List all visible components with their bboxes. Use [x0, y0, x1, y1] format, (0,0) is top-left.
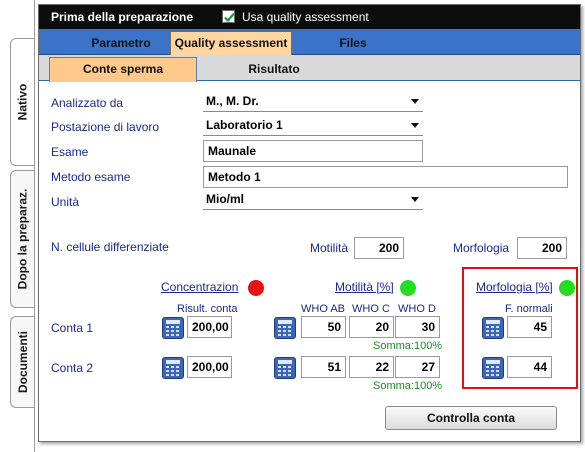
conta-1-somma: Somma:100%	[373, 340, 443, 352]
chevron-down-icon	[411, 197, 419, 202]
title-bar: Prima della preparazione Usa quality ass…	[39, 5, 580, 29]
concentrazione-status-dot	[248, 280, 264, 296]
concentrazione-link[interactable]: Concentrazion	[161, 280, 238, 294]
side-tab-nativo[interactable]: Nativo	[10, 38, 34, 166]
main-panel: Prima della preparazione Usa quality ass…	[38, 4, 581, 442]
analizzato-value: M., M. Dr.	[206, 94, 259, 108]
conta-1-who-ab[interactable]: 50	[301, 316, 346, 338]
conta-1-label: Conta 1	[51, 321, 94, 335]
conta-2-label: Conta 2	[51, 361, 94, 375]
metodo-input[interactable]: Metodo 1	[203, 166, 568, 188]
main-tabs: Parametro Quality assessment Files	[39, 29, 580, 55]
content-area: Analizzato da M., M. Dr. Postazione di l…	[39, 82, 580, 436]
conta-2-concentrazione[interactable]: 200,00	[187, 356, 232, 378]
morfologia-count-input[interactable]: 200	[517, 237, 567, 259]
chevron-down-icon	[411, 123, 419, 128]
analizzato-label: Analizzato da	[51, 96, 124, 110]
who-ab-header: WHO AB	[301, 303, 346, 315]
esame-label: Esame	[51, 145, 89, 159]
postazione-value: Laboratorio 1	[206, 118, 283, 132]
tab-conte-sperma[interactable]: Conte sperma	[49, 57, 197, 82]
cellule-label: N. cellule differenziate	[51, 240, 169, 254]
checkmark-icon	[224, 12, 235, 23]
analizzato-select[interactable]: M., M. Dr.	[203, 92, 423, 112]
tab-parametro[interactable]: Parametro	[73, 32, 169, 54]
calculator-icon[interactable]	[162, 357, 184, 379]
postazione-label: Postazione di lavoro	[51, 120, 160, 134]
side-tab-border	[34, 0, 35, 452]
conta-2-who-d[interactable]: 27	[395, 356, 440, 378]
conta-1-who-c[interactable]: 20	[349, 316, 394, 338]
conta-2-who-ab[interactable]: 51	[301, 356, 346, 378]
conta-2-somma: Somma:100%	[373, 380, 443, 392]
sub-tabs: Conte sperma Risultato	[39, 55, 580, 82]
quality-assessment-label: Usa quality assessment	[242, 10, 369, 24]
esame-input[interactable]: Maunale	[203, 140, 423, 162]
controlla-conta-button[interactable]: Controlla conta	[385, 406, 557, 430]
unita-label: Unità	[51, 195, 80, 209]
side-tab-label: Dopo la preparaz.	[15, 188, 30, 290]
conta-1-concentrazione[interactable]: 200,00	[187, 316, 232, 338]
conta-2-who-c[interactable]: 22	[349, 356, 394, 378]
tab-risultato[interactable]: Risultato	[199, 58, 349, 80]
postazione-select[interactable]: Laboratorio 1	[203, 116, 423, 136]
window-title: Prima della preparazione	[51, 10, 194, 24]
motilita-link[interactable]: Motilità [%]	[335, 280, 394, 294]
unita-value: Mio/ml	[206, 192, 244, 206]
chevron-down-icon	[411, 99, 419, 104]
who-c-header: WHO C	[352, 303, 390, 315]
morfologia-count-label: Morfologia	[453, 241, 510, 255]
tab-files[interactable]: Files	[293, 32, 413, 54]
side-tab-dopo-preparazione[interactable]: Dopo la preparaz.	[10, 170, 34, 308]
motilita-count-input[interactable]: 200	[354, 237, 404, 259]
metodo-label: Metodo esame	[51, 170, 131, 184]
tab-quality-assessment[interactable]: Quality assessment	[170, 31, 292, 55]
morfologia-highlight-box	[462, 267, 578, 389]
quality-assessment-checkbox[interactable]	[222, 10, 235, 23]
conta-1-who-d[interactable]: 30	[395, 316, 440, 338]
motilita-count-label: Motilità	[310, 241, 349, 255]
who-d-header: WHO D	[398, 303, 436, 315]
side-tab-label: Documenti	[15, 330, 30, 394]
calculator-icon[interactable]	[162, 317, 184, 339]
side-tab-documenti[interactable]: Documenti	[10, 316, 34, 408]
side-tab-label: Nativo	[15, 83, 30, 121]
risult-conta-header: Risult. conta	[177, 303, 238, 315]
unita-select[interactable]: Mio/ml	[203, 190, 423, 210]
motilita-status-dot	[400, 280, 416, 296]
calculator-icon[interactable]	[274, 357, 296, 379]
calculator-icon[interactable]	[274, 317, 296, 339]
